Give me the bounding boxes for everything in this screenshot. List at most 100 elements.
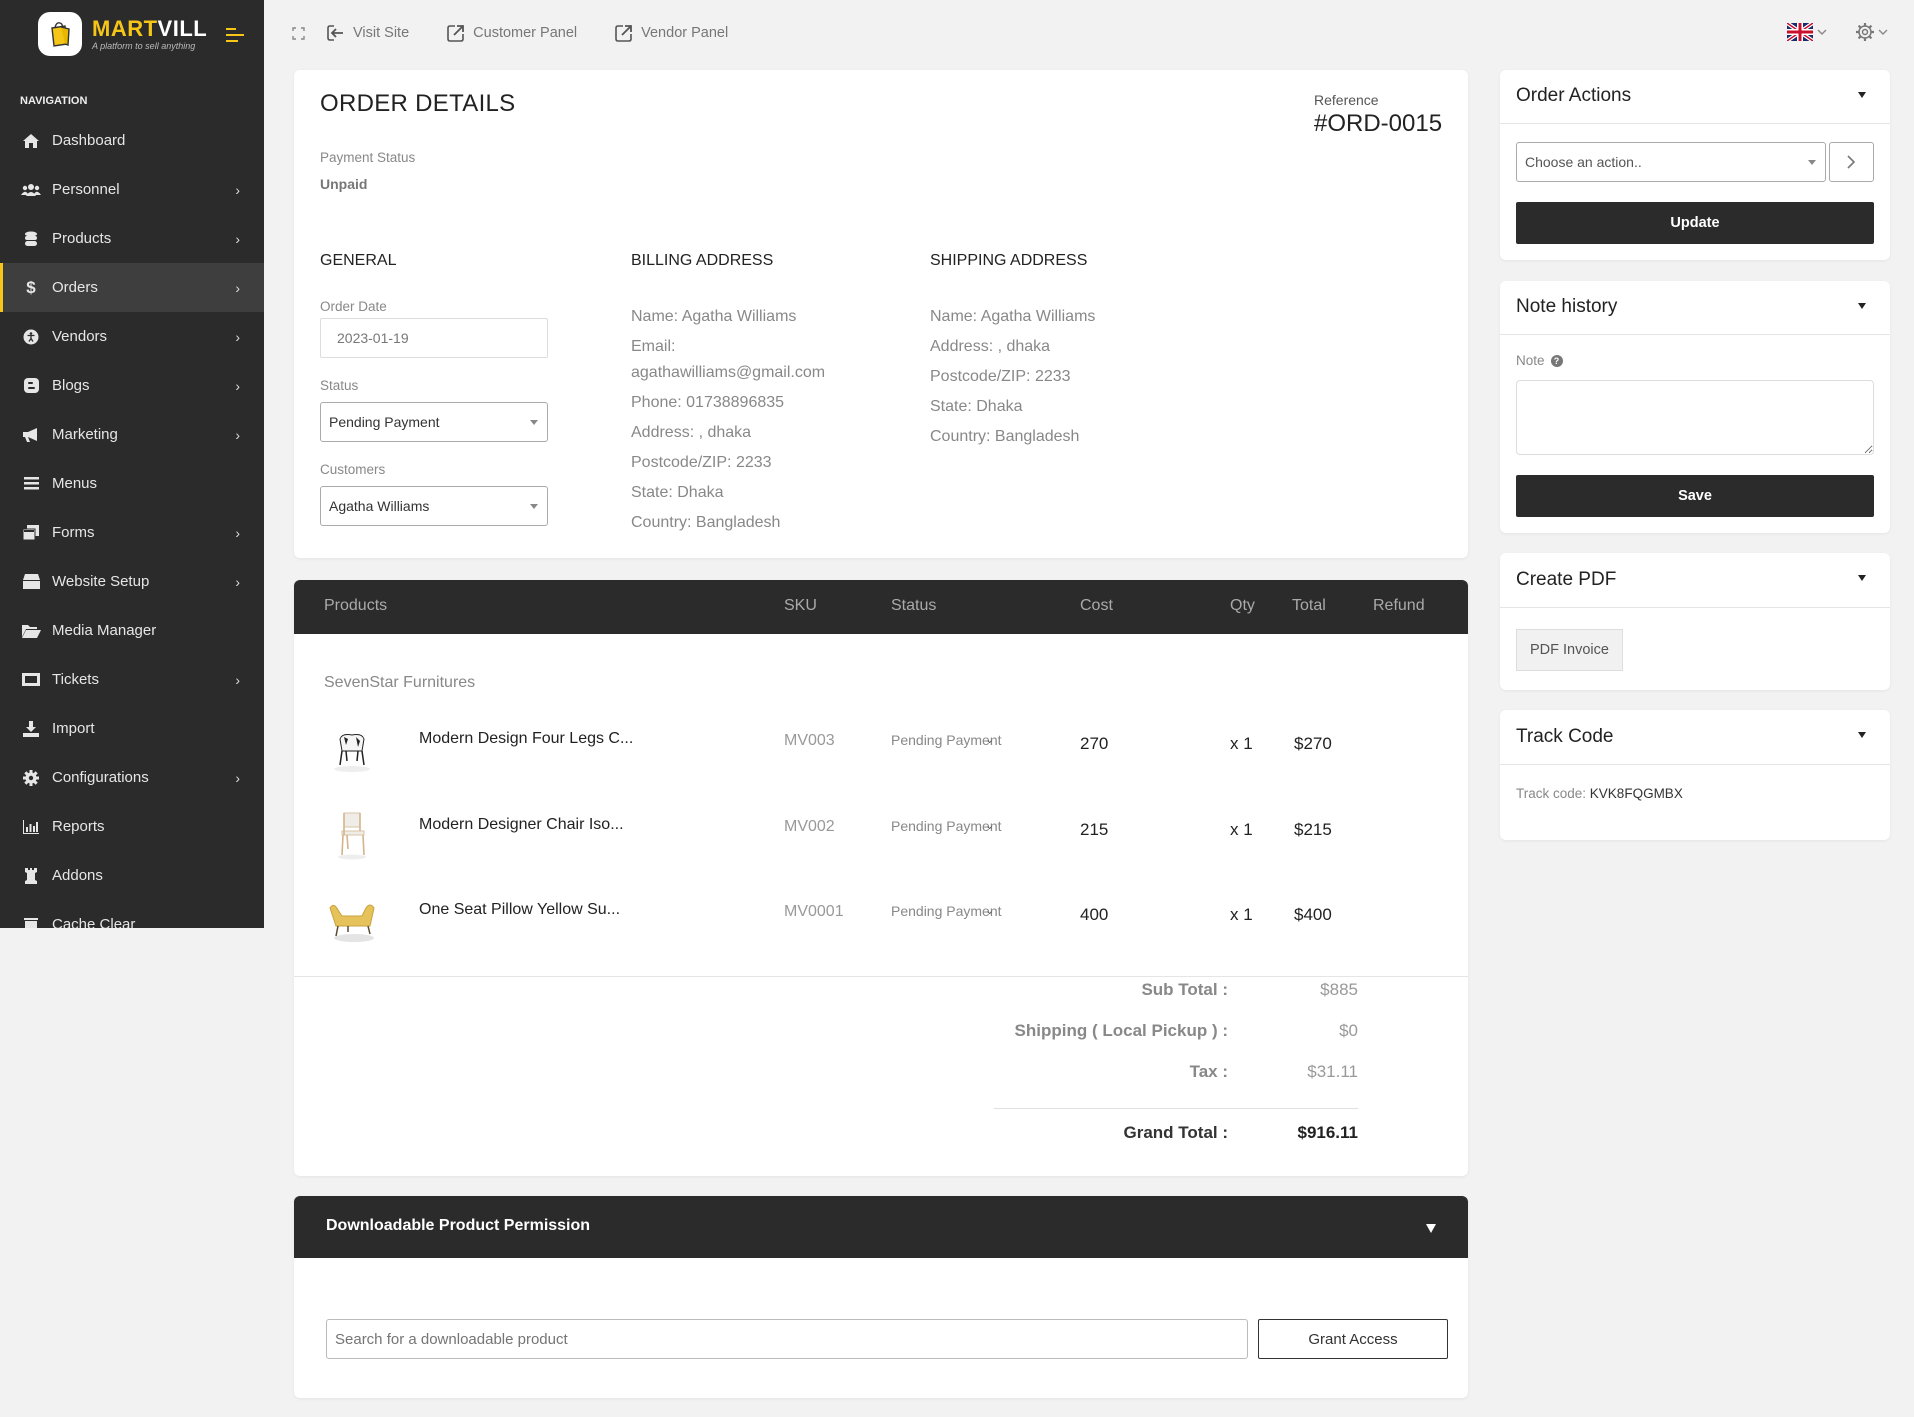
brand-tagline: A platform to sell anything [92, 40, 196, 51]
language-switcher[interactable] [1787, 23, 1827, 41]
chevron-right-icon: › [235, 573, 240, 590]
pdf-invoice-button[interactable]: PDF Invoice [1516, 629, 1623, 671]
billing-street: Address: , dhaka [631, 424, 752, 441]
shipping-heading: SHIPPING ADDRESS [930, 252, 1088, 269]
create-pdf-header[interactable]: Create PDF [1500, 553, 1890, 608]
sidebar-item-import[interactable]: Import [0, 704, 264, 753]
brand-name-b: VILL [157, 15, 208, 41]
product-image[interactable] [324, 887, 380, 953]
sidebar-item-cache-clear[interactable]: Cache Clear [0, 900, 264, 928]
track-code-header[interactable]: Track Code [1500, 710, 1890, 765]
customers-label: Customers [320, 462, 386, 477]
fullscreen-icon[interactable] [292, 26, 305, 40]
billing-country: Country: Bangladesh [631, 514, 781, 531]
caret-down-icon [1858, 92, 1866, 98]
vendor-name: SevenStar Furnitures [324, 674, 476, 691]
product-status-select[interactable]: Pending Payment ⌄ [891, 903, 1002, 919]
status-label: Status [320, 378, 359, 393]
order-action-apply-button[interactable] [1829, 142, 1874, 182]
product-name[interactable]: Modern Design Four Legs C... [419, 730, 633, 748]
chevron-right-icon: › [235, 279, 240, 296]
note-history-header[interactable]: Note history [1500, 281, 1890, 335]
track-code-label: Track code: [1516, 786, 1587, 801]
sidebar-item-marketing[interactable]: Marketing › [0, 410, 264, 459]
product-name[interactable]: Modern Designer Chair Iso... [419, 816, 624, 834]
product-image[interactable] [324, 802, 380, 868]
status-select[interactable]: Pending Payment [320, 402, 548, 442]
product-status-select[interactable]: Pending Payment ⌄ [891, 818, 1002, 834]
chevron-right-icon: › [235, 230, 240, 247]
product-status-select[interactable]: Pending Payment ⌄ [891, 732, 1002, 748]
sidebar-item-orders[interactable]: $ Orders › [0, 263, 264, 312]
reference-label: Reference [1314, 92, 1379, 108]
cog-icon [20, 769, 42, 786]
sidebar-item-forms[interactable]: Forms › [0, 508, 264, 557]
order-action-select[interactable]: Choose an action.. [1516, 142, 1826, 182]
product-image[interactable] [324, 716, 380, 782]
settings-menu[interactable] [1855, 22, 1888, 42]
help-icon[interactable]: ? [1550, 354, 1563, 367]
chevron-down-icon: ⌄ [985, 905, 995, 917]
chevron-right-icon: › [235, 181, 240, 198]
customer-panel-link[interactable]: Customer Panel [447, 24, 577, 42]
uk-flag-icon [1787, 23, 1813, 41]
bar-chart-icon [20, 819, 42, 834]
sidebar-item-personnel[interactable]: Personnel › [0, 165, 264, 214]
vendor-panel-link[interactable]: Vendor Panel [615, 24, 728, 42]
grand-total-row: Grand Total : $916.11 [758, 1123, 1358, 1143]
product-cost: 400 [1080, 905, 1109, 924]
tax-label: Tax : [1189, 1062, 1228, 1081]
subtotal-row: Sub Total : $885 [758, 980, 1358, 1000]
customer-select[interactable]: Agatha Williams [320, 486, 548, 526]
logo[interactable]: MARTVILL A platform to sell anything [38, 12, 207, 56]
col-qty: Qty [1230, 597, 1255, 614]
sidebar-item-media-manager[interactable]: Media Manager [0, 606, 264, 655]
sidebar-item-addons[interactable]: Addons [0, 851, 264, 900]
sidebar-item-tickets[interactable]: Tickets › [0, 655, 264, 704]
sidebar-item-reports[interactable]: Reports [0, 802, 264, 851]
downloadable-search-input[interactable] [326, 1319, 1248, 1359]
track-code-card: Track Code Track code: KVK8FQGMBX [1500, 710, 1890, 840]
note-textarea[interactable] [1516, 380, 1874, 455]
product-sku: MV003 [784, 732, 835, 749]
grant-access-button[interactable]: Grant Access [1258, 1319, 1448, 1359]
caret-down-icon [1808, 160, 1816, 165]
visit-site-link[interactable]: Visit Site [327, 24, 409, 42]
note-history-title: Note history [1516, 296, 1618, 317]
col-sku: SKU [784, 597, 817, 614]
product-name[interactable]: One Seat Pillow Yellow Su... [419, 901, 620, 919]
product-total: $215 [1294, 820, 1332, 839]
top-bar: Visit Site Customer Panel Vendor Panel [264, 0, 1914, 66]
chevron-down-icon [1817, 29, 1827, 35]
order-details-card: ORDER DETAILS Reference #ORD-0015 Paymen… [294, 70, 1468, 558]
sidebar-item-vendors[interactable]: Vendors › [0, 312, 264, 361]
sidebar-item-label: Marketing [52, 426, 118, 443]
billing-name: Name: Agatha Williams [631, 308, 797, 325]
sidebar-item-products[interactable]: Products › [0, 214, 264, 263]
save-button[interactable]: Save [1516, 475, 1874, 517]
billing-heading: BILLING ADDRESS [631, 252, 774, 269]
chevron-right-icon: › [235, 769, 240, 786]
download-icon [20, 720, 42, 737]
order-actions-header[interactable]: Order Actions [1500, 70, 1890, 124]
brand-name-a: MART [92, 15, 158, 41]
order-actions-card: Order Actions Choose an action.. Update [1500, 70, 1890, 260]
accessibility-icon [20, 329, 42, 345]
sidebar-item-dashboard[interactable]: Dashboard [0, 116, 264, 165]
downloadable-header[interactable]: Downloadable Product Permission [294, 1196, 1468, 1258]
menu-toggle-icon[interactable] [226, 28, 244, 46]
sidebar-item-label: Dashboard [52, 132, 126, 149]
sidebar-item-label: Website Setup [52, 573, 150, 590]
chevron-right-icon: › [235, 671, 240, 688]
order-date-input[interactable]: 2023-01-19 [320, 318, 548, 358]
table-header: Products SKU Status Cost Qty Total Refun… [294, 580, 1468, 634]
sidebar-item-website-setup[interactable]: Website Setup › [0, 557, 264, 606]
shipping-value: $0 [1339, 1021, 1358, 1040]
sidebar-item-menus[interactable]: Menus [0, 459, 264, 508]
sidebar-item-configurations[interactable]: Configurations › [0, 753, 264, 802]
chevron-right-icon: › [235, 377, 240, 394]
sidebar-item-blogs[interactable]: Blogs › [0, 361, 264, 410]
order-action-placeholder: Choose an action.. [1525, 154, 1642, 170]
update-button[interactable]: Update [1516, 202, 1874, 244]
external-link-icon [615, 25, 633, 42]
